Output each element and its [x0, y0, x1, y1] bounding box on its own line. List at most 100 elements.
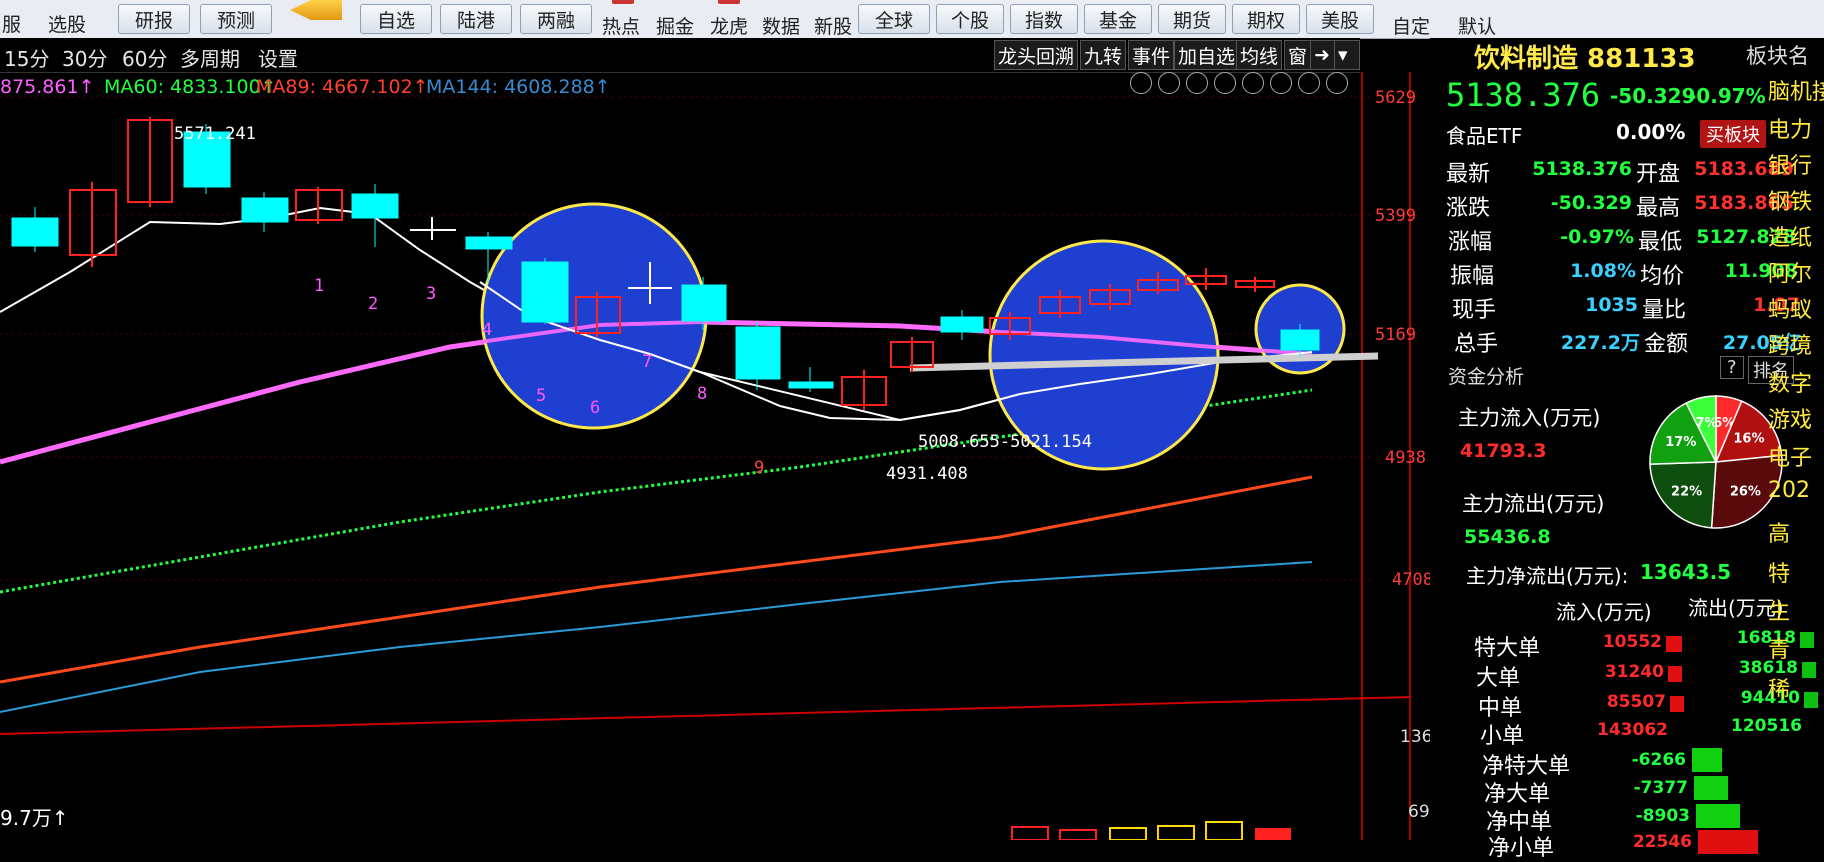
sector-item[interactable]: 钢铁	[1768, 184, 1812, 216]
buy-sector-button[interactable]: 买板块	[1700, 120, 1766, 148]
sector-item[interactable]: 202	[1768, 478, 1810, 503]
events-button[interactable]: 事件	[1128, 40, 1175, 70]
volume-value: 9.7万↑	[0, 806, 69, 830]
options-button[interactable]: 期权	[1232, 4, 1300, 34]
hk-connect-button[interactable]: 陆港	[440, 4, 512, 34]
net-bar	[1692, 748, 1722, 772]
sector-tab-label[interactable]: 板块名	[1746, 40, 1809, 70]
sector-item[interactable]: 高	[1768, 516, 1790, 548]
etf-label[interactable]: 食品ETF	[1446, 120, 1522, 149]
quote-label: 涨跌	[1446, 196, 1491, 221]
toolbar-hotspot[interactable]: 热点	[602, 12, 640, 38]
flow-row-label: 特大单	[1474, 636, 1541, 661]
multi-period[interactable]: 多周期	[180, 43, 240, 72]
sector-item[interactable]: 造纸	[1768, 220, 1812, 252]
sector-item[interactable]: 电子	[1768, 440, 1812, 472]
net-row-label: 净小单	[1488, 836, 1555, 861]
pie-label: 16%	[1733, 432, 1764, 447]
watchlist-button[interactable]: 自选	[360, 4, 432, 34]
toolbar-mining[interactable]: 掘金	[656, 12, 694, 38]
toolbar-custom[interactable]: 自定	[1392, 12, 1430, 38]
highlight-circle-1	[480, 202, 708, 430]
candle	[127, 117, 173, 207]
candle	[69, 182, 117, 267]
quote-label: 量比	[1642, 298, 1687, 323]
toolbar-item-0[interactable]: 服	[2, 10, 21, 37]
quote-value: 227.2万	[1560, 332, 1640, 354]
quote-label: 振幅	[1450, 264, 1495, 289]
add-watchlist-button[interactable]: 加自选	[1174, 40, 1240, 70]
toolbar-item-stock-select[interactable]: 选股	[48, 10, 86, 37]
sector-item[interactable]: 电力	[1768, 112, 1812, 144]
toolbar-default[interactable]: 默认	[1458, 12, 1496, 38]
candle	[890, 337, 934, 372]
main-toolbar: 服 选股 研报 预测 自选 陆港 两融 热点 掘金 龙虎 数据 新股 全球 个股…	[0, 0, 1824, 39]
sector-item[interactable]: 稀	[1768, 672, 1790, 704]
current-price: 5138.376	[1446, 76, 1601, 114]
global-button[interactable]: 全球	[858, 4, 930, 34]
flow-row-label: 小单	[1480, 724, 1525, 749]
candlestick-chart[interactable]	[0, 72, 1430, 840]
help-button[interactable]: ?	[1720, 356, 1744, 379]
low-price-label: 4931.408	[886, 464, 968, 484]
candle	[940, 310, 984, 340]
sector-item[interactable]: 生	[1768, 594, 1790, 626]
sector-item[interactable]: 银行	[1768, 148, 1812, 180]
quote-value: -50.329	[1550, 192, 1632, 214]
fund-button[interactable]: 基金	[1084, 4, 1152, 34]
inflow-column-header: 流入(万元)	[1556, 600, 1652, 624]
ma144-line	[0, 561, 1313, 713]
futures-button[interactable]: 期货	[1158, 4, 1226, 34]
sector-item[interactable]: 游戏	[1768, 402, 1812, 434]
back-arrow-icon[interactable]	[290, 0, 342, 20]
dropdown-icon[interactable]: ▾	[1334, 40, 1360, 70]
y-tick-4708: 4708	[1392, 570, 1433, 590]
quote-value: 5138.376	[1532, 158, 1632, 180]
flow-row-label: 大单	[1476, 666, 1521, 691]
sector-item[interactable]: 数字	[1768, 366, 1812, 398]
net-bar	[1694, 776, 1728, 800]
flow-out-value: 120516	[1731, 716, 1802, 736]
y-tick-5629: 5629	[1375, 88, 1416, 108]
window-button[interactable]: 窗	[1284, 40, 1312, 70]
leader-backtrack-button[interactable]: 龙头回溯	[994, 40, 1079, 70]
volume-tick-136: 136	[1400, 727, 1433, 747]
net-outflow-value: 13643.5	[1640, 560, 1732, 584]
candle	[788, 367, 834, 392]
quote-label: 涨幅	[1448, 230, 1493, 255]
moving-average-button[interactable]: 均线	[1236, 40, 1283, 70]
period-30m[interactable]: 30分	[62, 43, 107, 72]
sector-item[interactable]: 跨境	[1768, 328, 1812, 360]
sector-item[interactable]: 特	[1768, 556, 1790, 588]
sector-item[interactable]: 脑机接	[1768, 74, 1824, 106]
candle	[410, 217, 456, 240]
toolbar-dragon-tiger[interactable]: 龙虎	[710, 12, 748, 38]
research-report-button[interactable]: 研报	[118, 4, 190, 34]
quote-label: 开盘	[1636, 162, 1681, 187]
stock-button[interactable]: 个股	[936, 4, 1004, 34]
candle	[295, 187, 343, 224]
nine-turn-button[interactable]: 九转	[1080, 40, 1127, 70]
count-7: 7	[642, 352, 653, 372]
index-button[interactable]: 指数	[1010, 4, 1078, 34]
y-tick-5399: 5399	[1375, 206, 1416, 226]
settings-link[interactable]: 设置	[258, 43, 298, 72]
toolbar-ipo[interactable]: 新股	[814, 12, 852, 38]
quote-label: 均价	[1640, 264, 1685, 289]
sector-item[interactable]: 蚂蚁	[1768, 292, 1812, 324]
y-tick-4938: 4938	[1385, 448, 1426, 468]
sector-item[interactable]: 阿尔	[1768, 256, 1812, 288]
toolbar-data[interactable]: 数据	[762, 12, 800, 38]
quote-value: 1.08%	[1570, 260, 1636, 282]
candle	[735, 322, 781, 390]
forecast-button[interactable]: 预测	[200, 4, 272, 34]
period-15m[interactable]: 15分	[4, 43, 49, 72]
net-value: 22546	[1632, 832, 1692, 852]
margin-button[interactable]: 两融	[520, 4, 592, 34]
period-60m[interactable]: 60分	[122, 43, 167, 72]
us-stocks-button[interactable]: 美股	[1306, 4, 1374, 34]
count-2: 2	[368, 294, 379, 314]
net-value: -6266	[1631, 750, 1686, 770]
sector-item[interactable]: 青	[1768, 632, 1790, 664]
pie-label: 26%	[1730, 484, 1761, 499]
